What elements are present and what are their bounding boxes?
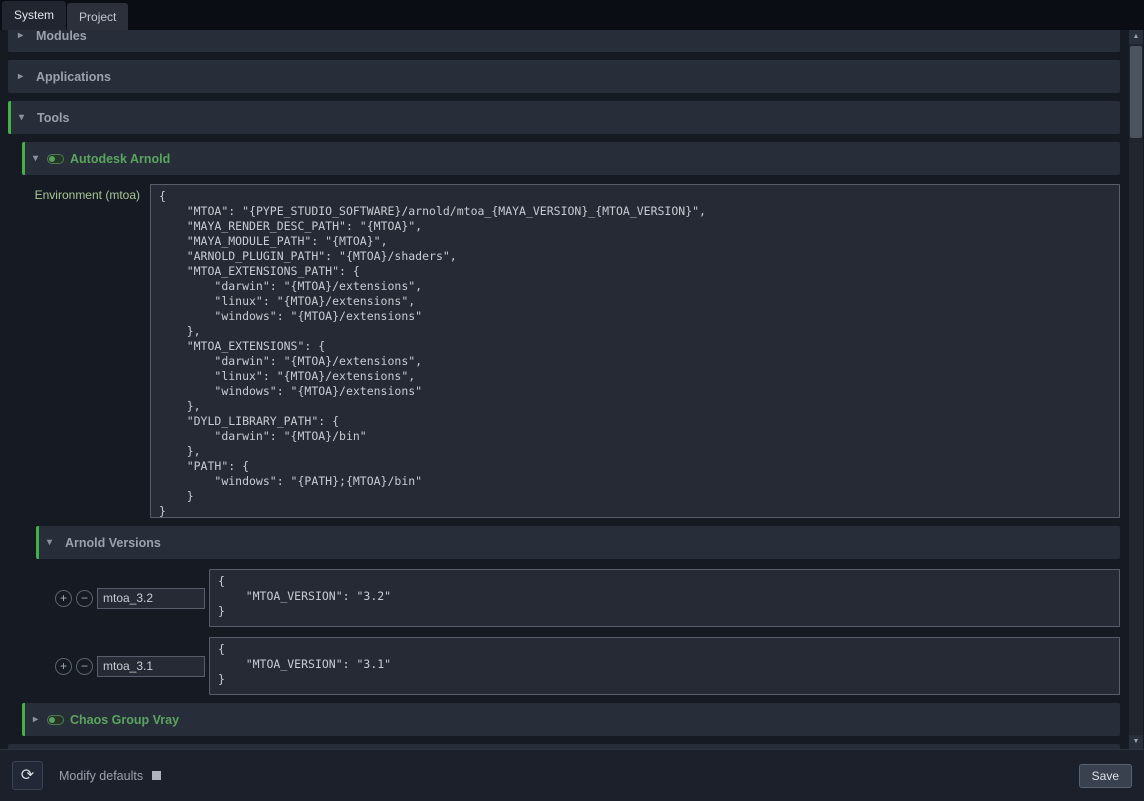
tab-project[interactable]: Project xyxy=(67,3,128,30)
chevron-right-icon: ▸ xyxy=(18,30,32,41)
version-key-input[interactable] xyxy=(97,588,205,609)
modify-defaults-label: Modify defaults xyxy=(59,769,143,783)
add-version-button[interactable]: + xyxy=(55,658,72,675)
refresh-button[interactable]: ⟳ xyxy=(12,761,43,790)
version-json-textarea[interactable]: { "MTOA_VERSION": "3.1" } xyxy=(209,637,1120,695)
settings-tab-bar: System Project xyxy=(0,0,1144,30)
add-version-button[interactable]: + xyxy=(55,590,72,607)
enabled-toggle-icon[interactable] xyxy=(47,715,64,725)
footer-bar: ⟳ Modify defaults Save xyxy=(0,749,1144,801)
save-button[interactable]: Save xyxy=(1079,764,1132,788)
section-title-arnold-versions: Arnold Versions xyxy=(65,536,161,550)
version-row: + − { "MTOA_VERSION": "3.1" } xyxy=(22,637,1120,695)
section-title-modules: Modules xyxy=(36,30,87,43)
tab-system[interactable]: System xyxy=(2,1,66,30)
chevron-down-icon: ▾ xyxy=(47,537,61,548)
environment-label: Environment (mtoa) xyxy=(22,184,146,202)
section-header-arnold-versions[interactable]: ▾ Arnold Versions xyxy=(36,526,1120,559)
chevron-right-icon: ▸ xyxy=(18,71,32,82)
group-title-autodesk-arnold: Autodesk Arnold xyxy=(70,152,170,166)
scroll-up-button[interactable]: ▲ xyxy=(1129,30,1143,44)
chevron-right-icon: ▸ xyxy=(33,714,47,725)
group-header-autodesk-arnold[interactable]: ▾ Autodesk Arnold xyxy=(22,142,1120,175)
version-key-input[interactable] xyxy=(97,656,205,677)
section-title-applications: Applications xyxy=(36,70,111,84)
version-row: + − { "MTOA_VERSION": "3.2" } xyxy=(22,569,1120,627)
remove-version-button[interactable]: − xyxy=(76,590,93,607)
environment-json-textarea[interactable]: { "MTOA": "{PYPE_STUDIO_SOFTWARE}/arnold… xyxy=(150,184,1120,518)
section-title-tools: Tools xyxy=(37,111,69,125)
scrollbar-thumb[interactable] xyxy=(1130,46,1142,138)
version-json-textarea[interactable]: { "MTOA_VERSION": "3.2" } xyxy=(209,569,1120,627)
chevron-down-icon: ▾ xyxy=(33,153,47,164)
arnold-group-body: Environment (mtoa) { "MTOA": "{PYPE_STUD… xyxy=(22,184,1120,695)
section-header-applications[interactable]: ▸ Applications xyxy=(8,60,1120,93)
settings-content: ▸ Modules ▸ Applications ▾ Tools ▾ Autod… xyxy=(0,30,1128,749)
tools-section-body: ▾ Autodesk Arnold Environment (mtoa) { "… xyxy=(22,142,1120,736)
section-header-modules[interactable]: ▸ Modules xyxy=(8,30,1120,52)
scroll-down-button[interactable]: ▼ xyxy=(1129,735,1143,749)
enabled-toggle-icon[interactable] xyxy=(47,154,64,164)
vertical-scrollbar: ▲ ▼ xyxy=(1129,30,1143,749)
group-title-chaos-group-vray: Chaos Group Vray xyxy=(70,713,179,727)
chevron-down-icon: ▾ xyxy=(19,112,33,123)
environment-field-row: Environment (mtoa) { "MTOA": "{PYPE_STUD… xyxy=(22,184,1120,518)
modify-defaults-checkbox[interactable] xyxy=(152,771,161,780)
section-header-tools[interactable]: ▾ Tools xyxy=(8,101,1120,134)
group-header-chaos-group-vray[interactable]: ▸ Chaos Group Vray xyxy=(22,703,1120,736)
remove-version-button[interactable]: − xyxy=(76,658,93,675)
